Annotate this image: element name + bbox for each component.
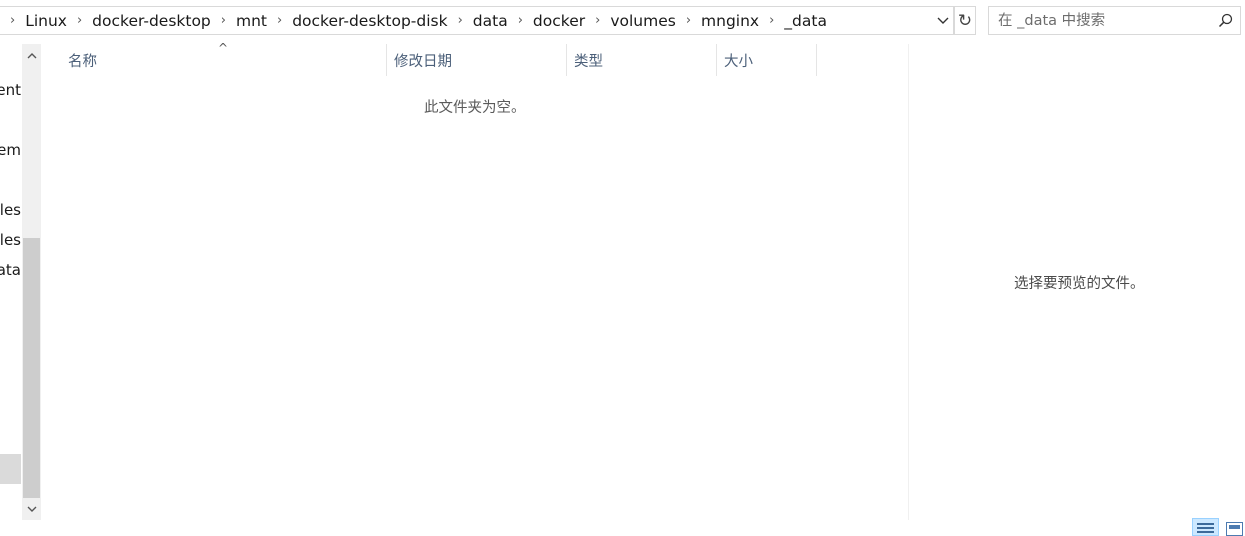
breadcrumb-volumes[interactable]: volumes [609,12,677,30]
chevron-down-icon [27,506,36,512]
column-modified-label: 修改日期 [394,53,452,70]
scroll-up-button[interactable] [22,46,41,64]
breadcrumb-data-folder[interactable]: _data [783,12,828,30]
scroll-thumb[interactable] [23,238,40,498]
chevron-right-icon[interactable]: › [221,13,226,28]
column-name-label: 名称 [68,53,97,70]
chevron-right-icon[interactable]: › [518,13,523,28]
chevron-up-icon [27,52,36,58]
details-view-button[interactable] [1192,518,1219,536]
address-history-button[interactable] [933,7,953,34]
nav-item-selected[interactable] [0,454,21,484]
search-input[interactable] [989,11,1214,30]
breadcrumb-docker[interactable]: docker [532,12,586,30]
nav-item[interactable]: les [0,201,21,219]
chevron-right-icon[interactable]: › [77,13,82,28]
breadcrumb-docker-desktop[interactable]: docker-desktop [91,12,212,30]
breadcrumb-docker-desktop-disk[interactable]: docker-desktop-disk [291,12,448,30]
navigation-pane: ent em les les ata [0,44,22,520]
large-icons-view-button[interactable] [1226,522,1243,536]
column-header-name[interactable]: 名称 [61,44,387,76]
column-header-type[interactable]: 类型 [567,44,717,76]
search-box[interactable] [988,6,1241,35]
breadcrumb-mnt[interactable]: mnt [235,12,268,30]
column-header-modified[interactable]: 修改日期 [387,44,567,76]
refresh-icon: ↻ [957,10,973,31]
chevron-right-icon[interactable]: › [458,13,463,28]
nav-item[interactable]: les [0,231,21,249]
chevron-right-icon[interactable]: › [10,13,15,28]
column-divider[interactable] [816,44,817,76]
column-header-size[interactable]: 大小 [717,44,817,76]
refresh-button[interactable]: ↻ [954,6,976,35]
chevron-right-icon[interactable]: › [686,13,691,28]
nav-item[interactable]: ent [0,81,21,99]
chevron-right-icon[interactable]: › [769,13,774,28]
details-view-icon [1197,523,1214,525]
breadcrumb-linux[interactable]: Linux [24,12,68,30]
large-icons-view-icon [1229,525,1240,529]
column-type-label: 类型 [574,53,603,70]
search-icon[interactable] [1214,13,1236,28]
breadcrumb-data[interactable]: data [472,12,509,30]
nav-scrollbar[interactable] [22,44,41,520]
preview-message: 选择要预览的文件。 [1014,276,1145,292]
nav-item[interactable]: ata [0,261,21,279]
chevron-down-icon [937,17,949,24]
nav-item[interactable]: em [0,141,21,159]
chevron-right-icon[interactable]: › [595,13,600,28]
breadcrumb: › Linux › docker-desktop › mnt › docker-… [0,12,933,30]
scroll-down-button[interactable] [22,500,41,518]
column-size-label: 大小 [724,53,753,70]
file-list: ^ 名称 修改日期 类型 大小 此文件夹为空。 [46,41,908,520]
breadcrumb-mnginx[interactable]: mnginx [700,12,760,30]
preview-pane: 选择要预览的文件。 [908,44,1245,520]
details-view-icon [1197,527,1214,529]
address-bar[interactable]: › Linux › docker-desktop › mnt › docker-… [0,6,954,35]
chevron-right-icon[interactable]: › [277,13,282,28]
empty-folder-message: 此文件夹为空。 [424,100,526,116]
